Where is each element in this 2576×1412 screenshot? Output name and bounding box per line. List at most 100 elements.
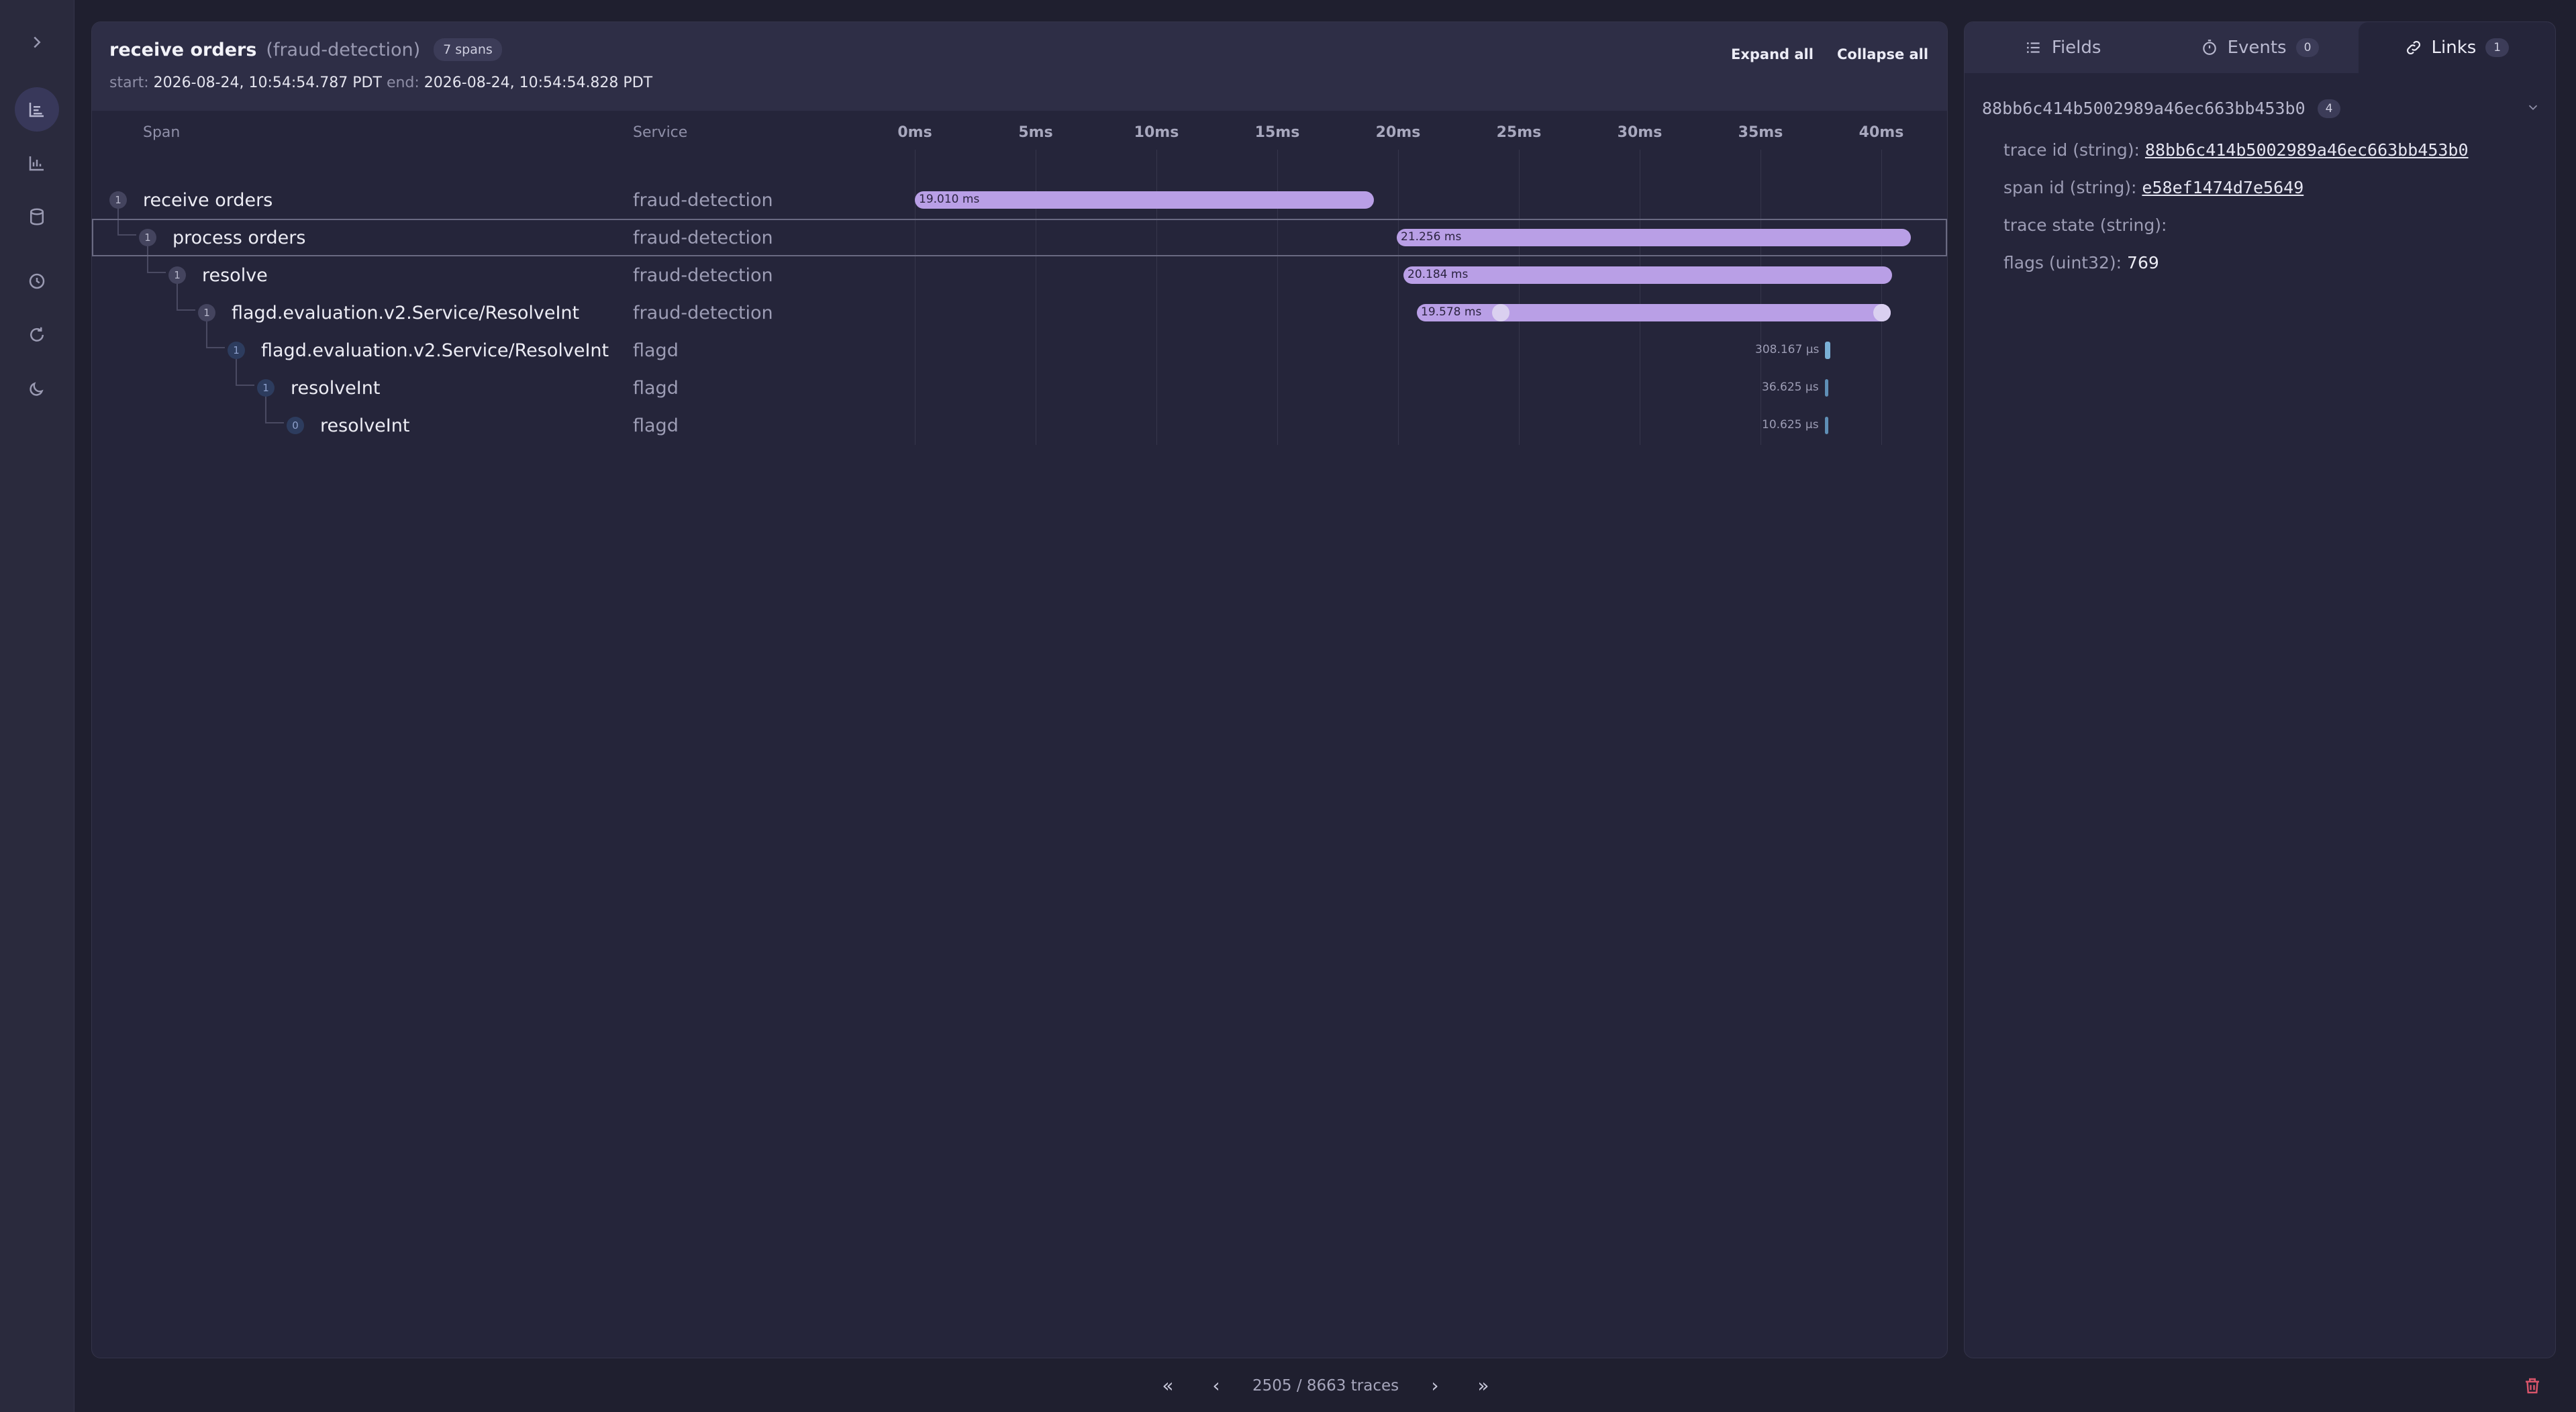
timeline-tick: 30ms: [1617, 124, 1663, 141]
service-column-header: Service: [633, 124, 688, 141]
trace-id-link[interactable]: 88bb6c414b5002989a46ec663bb453b0: [2145, 140, 2469, 160]
link-entry-header[interactable]: 88bb6c414b5002989a46ec663bb453b0 4: [1982, 99, 2341, 118]
span-duration-label: 19.578 ms: [1421, 305, 1482, 319]
expand-sidebar-icon[interactable]: [15, 20, 59, 64]
link-attribute-row: flags (uint32): 769: [2003, 253, 2159, 272]
links-count-badge: 1: [2485, 38, 2510, 57]
span-row[interactable]: 1 resolveInt flagd 36.625 µs: [92, 369, 1947, 407]
refresh-icon[interactable]: [15, 313, 59, 357]
pagination-status: 2505 / 8663 traces: [1252, 1377, 1399, 1395]
trace-root-name: receive orders: [109, 39, 257, 60]
span-count-badge: 7 spans: [434, 38, 502, 61]
span-service: fraud-detection: [633, 228, 773, 248]
span-duration-bar[interactable]: [1397, 229, 1911, 246]
span-name: flagd.evaluation.v2.Service/ResolveInt: [232, 303, 580, 323]
span-service: fraud-detection: [633, 265, 773, 286]
trace-header: receive orders (fraud-detection) 7 spans…: [92, 22, 1947, 111]
span-row[interactable]: 1 flagd.evaluation.v2.Service/ResolveInt…: [92, 294, 1947, 332]
tab-label: Fields: [2051, 38, 2101, 58]
timeline-tick: 20ms: [1375, 124, 1421, 141]
span-name: resolveInt: [291, 378, 381, 399]
trace-times: start: 2026-08-24, 10:54:54.787 PDT end:…: [109, 74, 652, 91]
timeline-tick: 25ms: [1496, 124, 1542, 141]
child-count-badge[interactable]: 1: [139, 229, 156, 246]
chevron-down-icon[interactable]: [2526, 100, 2540, 117]
tab-label: Events: [2227, 38, 2287, 58]
span-event-marker[interactable]: [1492, 304, 1509, 321]
attr-key: flags (uint32):: [2003, 253, 2122, 272]
link-attr-count-badge: 4: [2317, 99, 2341, 118]
span-event-marker[interactable]: [1873, 304, 1891, 321]
span-service: flagd: [633, 340, 679, 361]
trace-root-service: (fraud-detection): [266, 39, 421, 60]
span-row-selected[interactable]: 1 process orders fraud-detection 21.256 …: [92, 219, 1947, 256]
span-row[interactable]: 1 resolve fraud-detection 20.184 ms: [92, 256, 1947, 294]
link-icon: [2406, 41, 2420, 54]
timeline-tick: 10ms: [1134, 124, 1179, 141]
link-attribute-row: trace state (string):: [2003, 215, 2167, 235]
tab-label: Links: [2431, 38, 2477, 58]
attr-key: span id (string):: [2003, 178, 2137, 197]
tab-fields[interactable]: Fields: [1965, 22, 2161, 73]
events-count-badge: 0: [2295, 38, 2320, 57]
span-duration-label: 10.625 µs: [1762, 418, 1819, 432]
span-id-link[interactable]: e58ef1474d7e5649: [2142, 178, 2303, 197]
collapse-all-button[interactable]: Collapse all: [1837, 40, 1928, 69]
link-attribute-row: trace id (string): 88bb6c414b5002989a46e…: [2003, 140, 2469, 160]
details-tabs: Fields Events 0 Links 1: [1965, 22, 2555, 73]
left-rail: [0, 0, 75, 1412]
timeline-tick: 40ms: [1859, 124, 1904, 141]
end-value: 2026-08-24, 10:54:54.828 PDT: [424, 74, 653, 91]
span-duration-bar[interactable]: [1825, 342, 1830, 359]
timeline-tick: 0ms: [897, 124, 932, 141]
span-name: receive orders: [143, 190, 273, 211]
attr-key: trace id (string):: [2003, 140, 2140, 160]
database-icon[interactable]: [15, 195, 59, 239]
span-row[interactable]: 1 flagd.evaluation.v2.Service/ResolveInt…: [92, 332, 1947, 369]
span-duration-bar[interactable]: [1403, 266, 1892, 284]
expand-all-button[interactable]: Expand all: [1731, 40, 1814, 69]
span-duration-label: 308.167 µs: [1755, 343, 1820, 356]
child-count-badge[interactable]: 1: [109, 191, 127, 209]
span-duration-label: 21.256 ms: [1401, 230, 1462, 244]
span-row[interactable]: 0 resolveInt flagd 10.625 µs: [92, 407, 1947, 444]
span-name: flagd.evaluation.v2.Service/ResolveInt: [261, 340, 609, 361]
span-service: flagd: [633, 415, 679, 436]
attr-key: trace state (string):: [2003, 215, 2167, 235]
timeline-tick: 15ms: [1254, 124, 1300, 141]
span-service: fraud-detection: [633, 303, 773, 323]
moon-icon[interactable]: [15, 366, 59, 411]
first-page-button[interactable]: «: [1154, 1372, 1181, 1399]
link-attribute-row: span id (string): e58ef1474d7e5649: [2003, 178, 2303, 197]
span-duration-bar[interactable]: [1825, 379, 1828, 397]
tab-events[interactable]: Events 0: [2161, 22, 2358, 73]
metrics-icon[interactable]: [15, 141, 59, 185]
child-count-badge[interactable]: 1: [228, 342, 245, 359]
span-service: flagd: [633, 378, 679, 399]
span-duration-bar[interactable]: [915, 191, 1374, 209]
child-count-badge[interactable]: 1: [168, 266, 186, 284]
attr-value: 769: [2127, 253, 2159, 272]
span-duration-bar[interactable]: [1417, 304, 1891, 321]
trace-title: receive orders (fraud-detection) 7 spans: [109, 38, 502, 61]
span-row[interactable]: 1 receive orders fraud-detection 19.010 …: [92, 181, 1947, 219]
trace-panel: receive orders (fraud-detection) 7 spans…: [91, 21, 1948, 1358]
traces-icon[interactable]: [15, 87, 59, 132]
list-icon: [2026, 42, 2040, 53]
child-count-badge[interactable]: 0: [287, 417, 304, 434]
next-page-button[interactable]: ›: [1422, 1372, 1448, 1399]
clock-icon[interactable]: [15, 259, 59, 303]
span-details-panel: Fields Events 0 Links 1 88bb6c414b500298…: [1964, 21, 2556, 1358]
child-count-badge[interactable]: 1: [257, 379, 275, 397]
span-service: fraud-detection: [633, 190, 773, 211]
link-trace-id: 88bb6c414b5002989a46ec663bb453b0: [1982, 99, 2306, 118]
tab-links[interactable]: Links 1: [2358, 22, 2555, 73]
span-duration-label: 36.625 µs: [1762, 381, 1819, 394]
trash-icon[interactable]: [2522, 1376, 2542, 1399]
last-page-button[interactable]: »: [1470, 1372, 1497, 1399]
child-count-badge[interactable]: 1: [198, 304, 215, 321]
span-duration-bar[interactable]: [1825, 417, 1828, 434]
previous-page-button[interactable]: ‹: [1203, 1372, 1230, 1399]
timeline-tick: 35ms: [1738, 124, 1783, 141]
stopwatch-icon: [2202, 40, 2216, 55]
